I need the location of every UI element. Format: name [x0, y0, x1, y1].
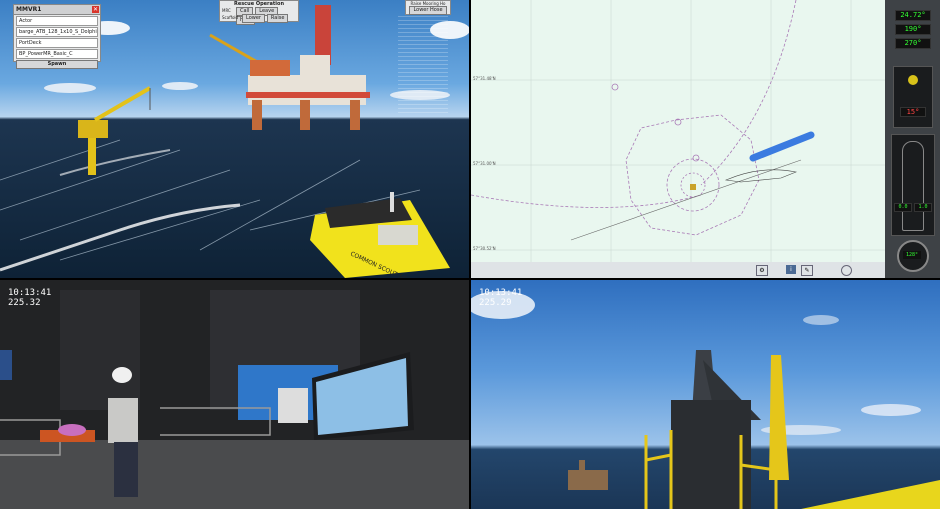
- studio-camera-feed: 10:13:41 225.32: [0, 280, 469, 509]
- panel-title: MMVR1: [16, 6, 42, 13]
- raise-button[interactable]: Raise: [266, 14, 289, 23]
- timestamp-right: 10:13:41 225.29: [479, 288, 522, 308]
- heading-readout: 24.72°: [895, 10, 931, 21]
- scaffold-label: Scaffold: [222, 15, 239, 20]
- ship-outline-display: 0.0 1.0: [891, 134, 935, 236]
- actor-spawn-panel: MMVR1 ✕ Actor barge_ATB_128_1x10_S_Dolph…: [13, 4, 101, 69]
- vr-scene: [471, 291, 940, 509]
- spawn-button[interactable]: Spawn: [16, 60, 98, 69]
- mooring-panel: Raise Mooring Ho Lower Hose: [405, 0, 451, 15]
- simulator-viewport[interactable]: COMMON SCOUT SCAVENGERS MMVR1 ✕ Actor ba…: [0, 0, 469, 278]
- rudder-readout: 15°: [900, 107, 926, 117]
- time-label: 10:13:41: [479, 288, 523, 298]
- course-readout: 190°: [895, 24, 931, 35]
- actor-dropdown[interactable]: Actor: [16, 16, 98, 26]
- crane-platform: [78, 86, 152, 175]
- settings-icon[interactable]: ⚙: [756, 265, 768, 276]
- timestamp-left: 10:13:41 225.32: [8, 288, 51, 308]
- info-icon[interactable]: i: [786, 265, 796, 274]
- latitude-label-3: 57°30.52'N: [473, 246, 496, 251]
- lower-button[interactable]: Lower: [242, 14, 265, 23]
- compass-icon[interactable]: [841, 265, 852, 276]
- thruster-display: 15°: [893, 66, 933, 128]
- blueprint-dropdown[interactable]: BP_PowerMR_Basic_C: [16, 49, 98, 59]
- time-label: 10:13:41: [8, 288, 52, 298]
- navigation-display[interactable]: 57°31.48'N 57°31.00'N 57°30.52'N ⚙ i ✎ 2…: [471, 0, 940, 278]
- lower-hose-button[interactable]: Lower Hose: [409, 6, 447, 15]
- rescue-operation-panel: Rescue Operation MRC Call Leave Hide Sca…: [219, 0, 299, 25]
- port-thrust-readout: 0.0: [894, 203, 912, 212]
- mrc-label: MRC: [222, 8, 231, 13]
- chart-toolbar: ⚙ i ✎: [471, 262, 885, 278]
- stbd-thrust-readout: 1.0: [914, 203, 932, 212]
- latitude-label-1: 57°31.48'N: [473, 76, 496, 81]
- frame-label: 225.29: [479, 298, 512, 308]
- compass-readout: 128°: [903, 251, 921, 259]
- chart-area[interactable]: 57°31.48'N 57°31.00'N 57°30.52'N: [471, 0, 885, 262]
- vr-headset-view: 10:13:41 225.29: [471, 280, 940, 509]
- studio-scene: [0, 280, 469, 509]
- compass-dial: 128°: [897, 240, 929, 272]
- asset-dropdown[interactable]: barge_ATB_128_1x10_S_Dolphin_C_6: [16, 27, 98, 37]
- close-icon[interactable]: ✕: [92, 6, 99, 13]
- frame-label: 225.32: [8, 298, 41, 308]
- edit-icon[interactable]: ✎: [801, 265, 813, 276]
- bearing-readout: 270°: [895, 38, 931, 49]
- debug-log: [398, 16, 448, 116]
- instrument-panel: 24.72° 190° 270° 15° 0.0 1.0 128°: [885, 0, 940, 278]
- deck-dropdown[interactable]: PortDeck: [16, 38, 98, 48]
- latitude-label-2: 57°31.00'N: [473, 161, 496, 166]
